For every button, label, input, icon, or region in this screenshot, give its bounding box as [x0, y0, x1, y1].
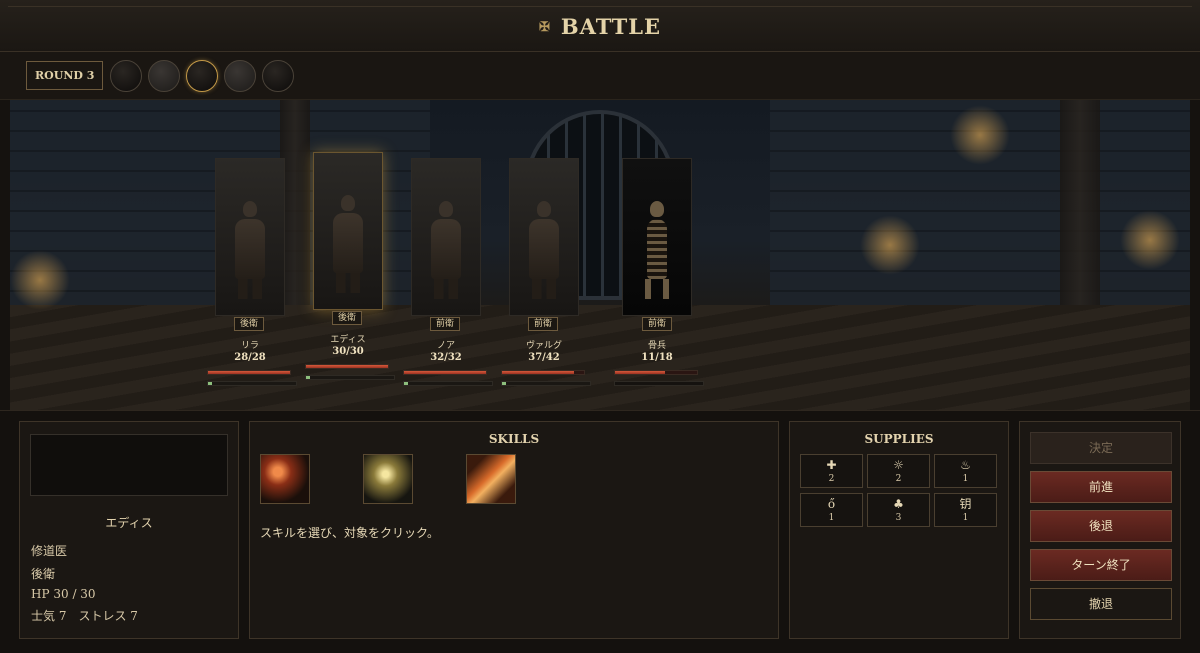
- unit-hp: 30/30: [332, 346, 364, 357]
- key-icon: 钥: [959, 497, 972, 511]
- enemy-portrait[interactable]: [622, 158, 692, 316]
- stress-bar: [207, 381, 297, 386]
- retreat-button[interactable]: 後退: [1030, 510, 1172, 542]
- food-icon: ♨: [960, 458, 971, 472]
- unit-portrait[interactable]: [411, 158, 481, 316]
- unit-hp: 32/32: [430, 352, 462, 363]
- skill-slash-icon[interactable]: [260, 454, 310, 504]
- supplies-panel: SUPPLIES ✚ 2 ☼ 2 ♨ 1 ő1 ♣ 3 钥1: [789, 421, 1009, 639]
- unit-hp: 37/42: [528, 352, 560, 363]
- rank-badge: 前衛: [430, 317, 460, 331]
- turn-order-bar: ROUND 3: [0, 52, 1200, 100]
- character-class: 修道医: [31, 544, 68, 558]
- confirm-button[interactable]: 決定: [1030, 432, 1172, 464]
- candle-glow: [1120, 210, 1180, 270]
- hp-bar: [614, 370, 698, 375]
- supply-herb[interactable]: ♣ 3: [867, 493, 930, 527]
- skills-hint: スキルを選び、対象をクリック。: [260, 526, 440, 540]
- turn-order-slot: [262, 60, 294, 92]
- unit-name: ノア: [436, 341, 455, 351]
- character-hp: HP 30 / 30: [31, 587, 96, 601]
- character-stats: 士気 7 ストレス 7: [31, 609, 138, 623]
- torch-icon: ☼: [893, 458, 904, 472]
- candle-glow: [860, 215, 920, 275]
- unit-portrait[interactable]: [215, 158, 285, 316]
- candle-glow: [10, 250, 70, 310]
- unit-name: リラ: [240, 341, 259, 351]
- turn-order-slot: [148, 60, 180, 92]
- character-name: エディス: [105, 516, 153, 530]
- command-area: エディス 修道医 後衛 HP 30 / 30 士気 7 ストレス 7 SKILL…: [0, 410, 1200, 653]
- unit-portrait[interactable]: [313, 152, 383, 310]
- character-rank: 後衛: [31, 567, 56, 581]
- skill-fire-icon[interactable]: [466, 454, 516, 504]
- stress-bar: [403, 381, 493, 386]
- actions-panel: 決定 前進 後退 ターン終了 撤退: [1019, 421, 1181, 639]
- character-portrait: [30, 434, 228, 496]
- turn-order-slot-active: [186, 60, 218, 92]
- unit-hp: 28/28: [234, 352, 266, 363]
- unit-name: エディス: [330, 335, 366, 345]
- crossed-swords-icon: ✠: [538, 20, 551, 35]
- hp-bar: [501, 370, 585, 375]
- stress-bar: [305, 375, 395, 380]
- stress-bar: [614, 381, 704, 386]
- unit-name: 骨兵: [647, 341, 666, 351]
- skill-heal-icon[interactable]: [363, 454, 413, 504]
- turn-order-slot: [110, 60, 142, 92]
- hp-bar: [305, 364, 389, 369]
- skills-panel: SKILLS スキルを選び、対象をクリック。: [249, 421, 779, 639]
- character-info-panel: エディス 修道医 後衛 HP 30 / 30 士気 7 ストレス 7: [19, 421, 239, 639]
- header-bar: ✠ BATTLE: [0, 0, 1200, 52]
- round-label: ROUND 3: [26, 61, 104, 90]
- end-turn-button[interactable]: ターン終了: [1030, 549, 1172, 581]
- dungeon-floor: [10, 305, 1190, 410]
- supply-food[interactable]: ♨ 1: [934, 454, 997, 488]
- stress-bar: [501, 381, 591, 386]
- skills-title: SKILLS: [488, 432, 540, 446]
- battle-scene: 後衛 リラ 28/28 後衛 エディス 30/30 前衛 ノア 32/32 前衛…: [10, 100, 1190, 410]
- potion-icon: ő: [827, 497, 836, 511]
- supply-bandage[interactable]: ✚ 2: [800, 454, 863, 488]
- candle-glow: [950, 105, 1010, 165]
- bandage-icon: ✚: [826, 458, 837, 472]
- advance-button[interactable]: 前進: [1030, 471, 1172, 503]
- withdraw-button[interactable]: 撤退: [1030, 588, 1172, 620]
- rank-badge: 後衛: [332, 311, 362, 325]
- page-title: ✠ BATTLE: [538, 14, 662, 39]
- supply-torch[interactable]: ☼ 2: [867, 454, 930, 488]
- unit-portrait[interactable]: [509, 158, 579, 316]
- rank-badge: 前衛: [528, 317, 558, 331]
- rank-badge: 後衛: [234, 317, 264, 331]
- rank-badge: 前衛: [642, 317, 672, 331]
- supplies-title: SUPPLIES: [864, 432, 934, 446]
- unit-hp: 11/18: [641, 352, 673, 363]
- herb-icon: ♣: [893, 497, 904, 511]
- hp-bar: [207, 370, 291, 375]
- turn-order-slot: [224, 60, 256, 92]
- hp-bar: [403, 370, 487, 375]
- unit-name: ヴァルグ: [525, 341, 562, 351]
- supply-key[interactable]: 钥1: [934, 493, 997, 527]
- supply-potion[interactable]: ő1: [800, 493, 863, 527]
